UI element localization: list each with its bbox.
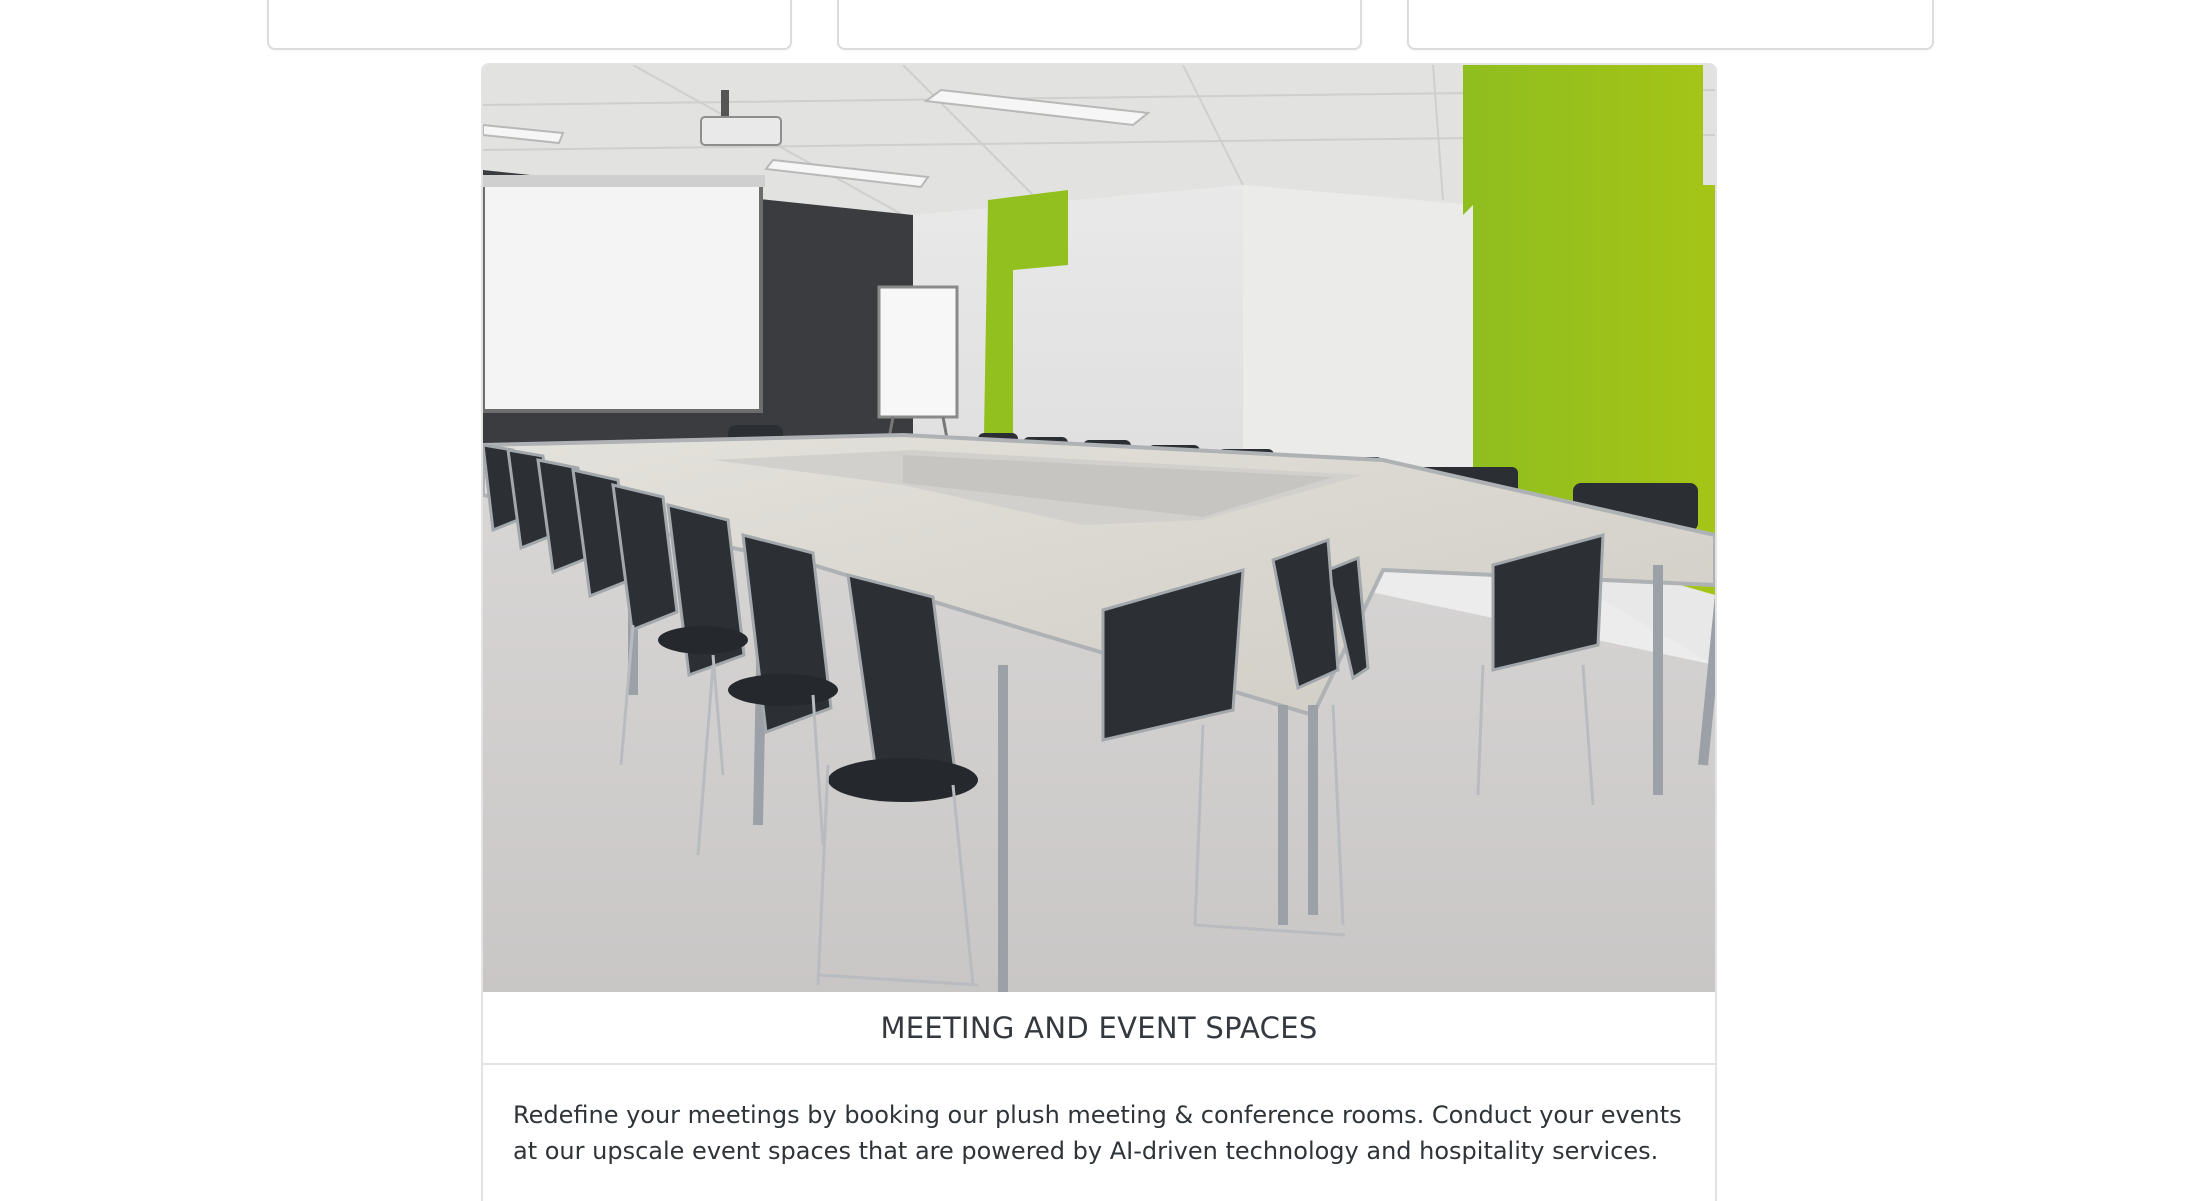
- meeting-spaces-card: MEETING AND EVENT SPACES Redefine your m…: [481, 63, 1717, 1201]
- card-stub-3: [1407, 0, 1934, 50]
- meeting-room-image: [483, 65, 1715, 992]
- card-title: MEETING AND EVENT SPACES: [880, 1010, 1318, 1045]
- card-header: MEETING AND EVENT SPACES: [483, 992, 1715, 1065]
- card-stub-1: [267, 0, 792, 50]
- card-body: Redefine your meetings by booking our pl…: [483, 1065, 1715, 1189]
- card-description: Redefine your meetings by booking our pl…: [513, 1101, 1682, 1165]
- card-stub-2: [837, 0, 1362, 50]
- page: MEETING AND EVENT SPACES Redefine your m…: [0, 0, 2188, 1201]
